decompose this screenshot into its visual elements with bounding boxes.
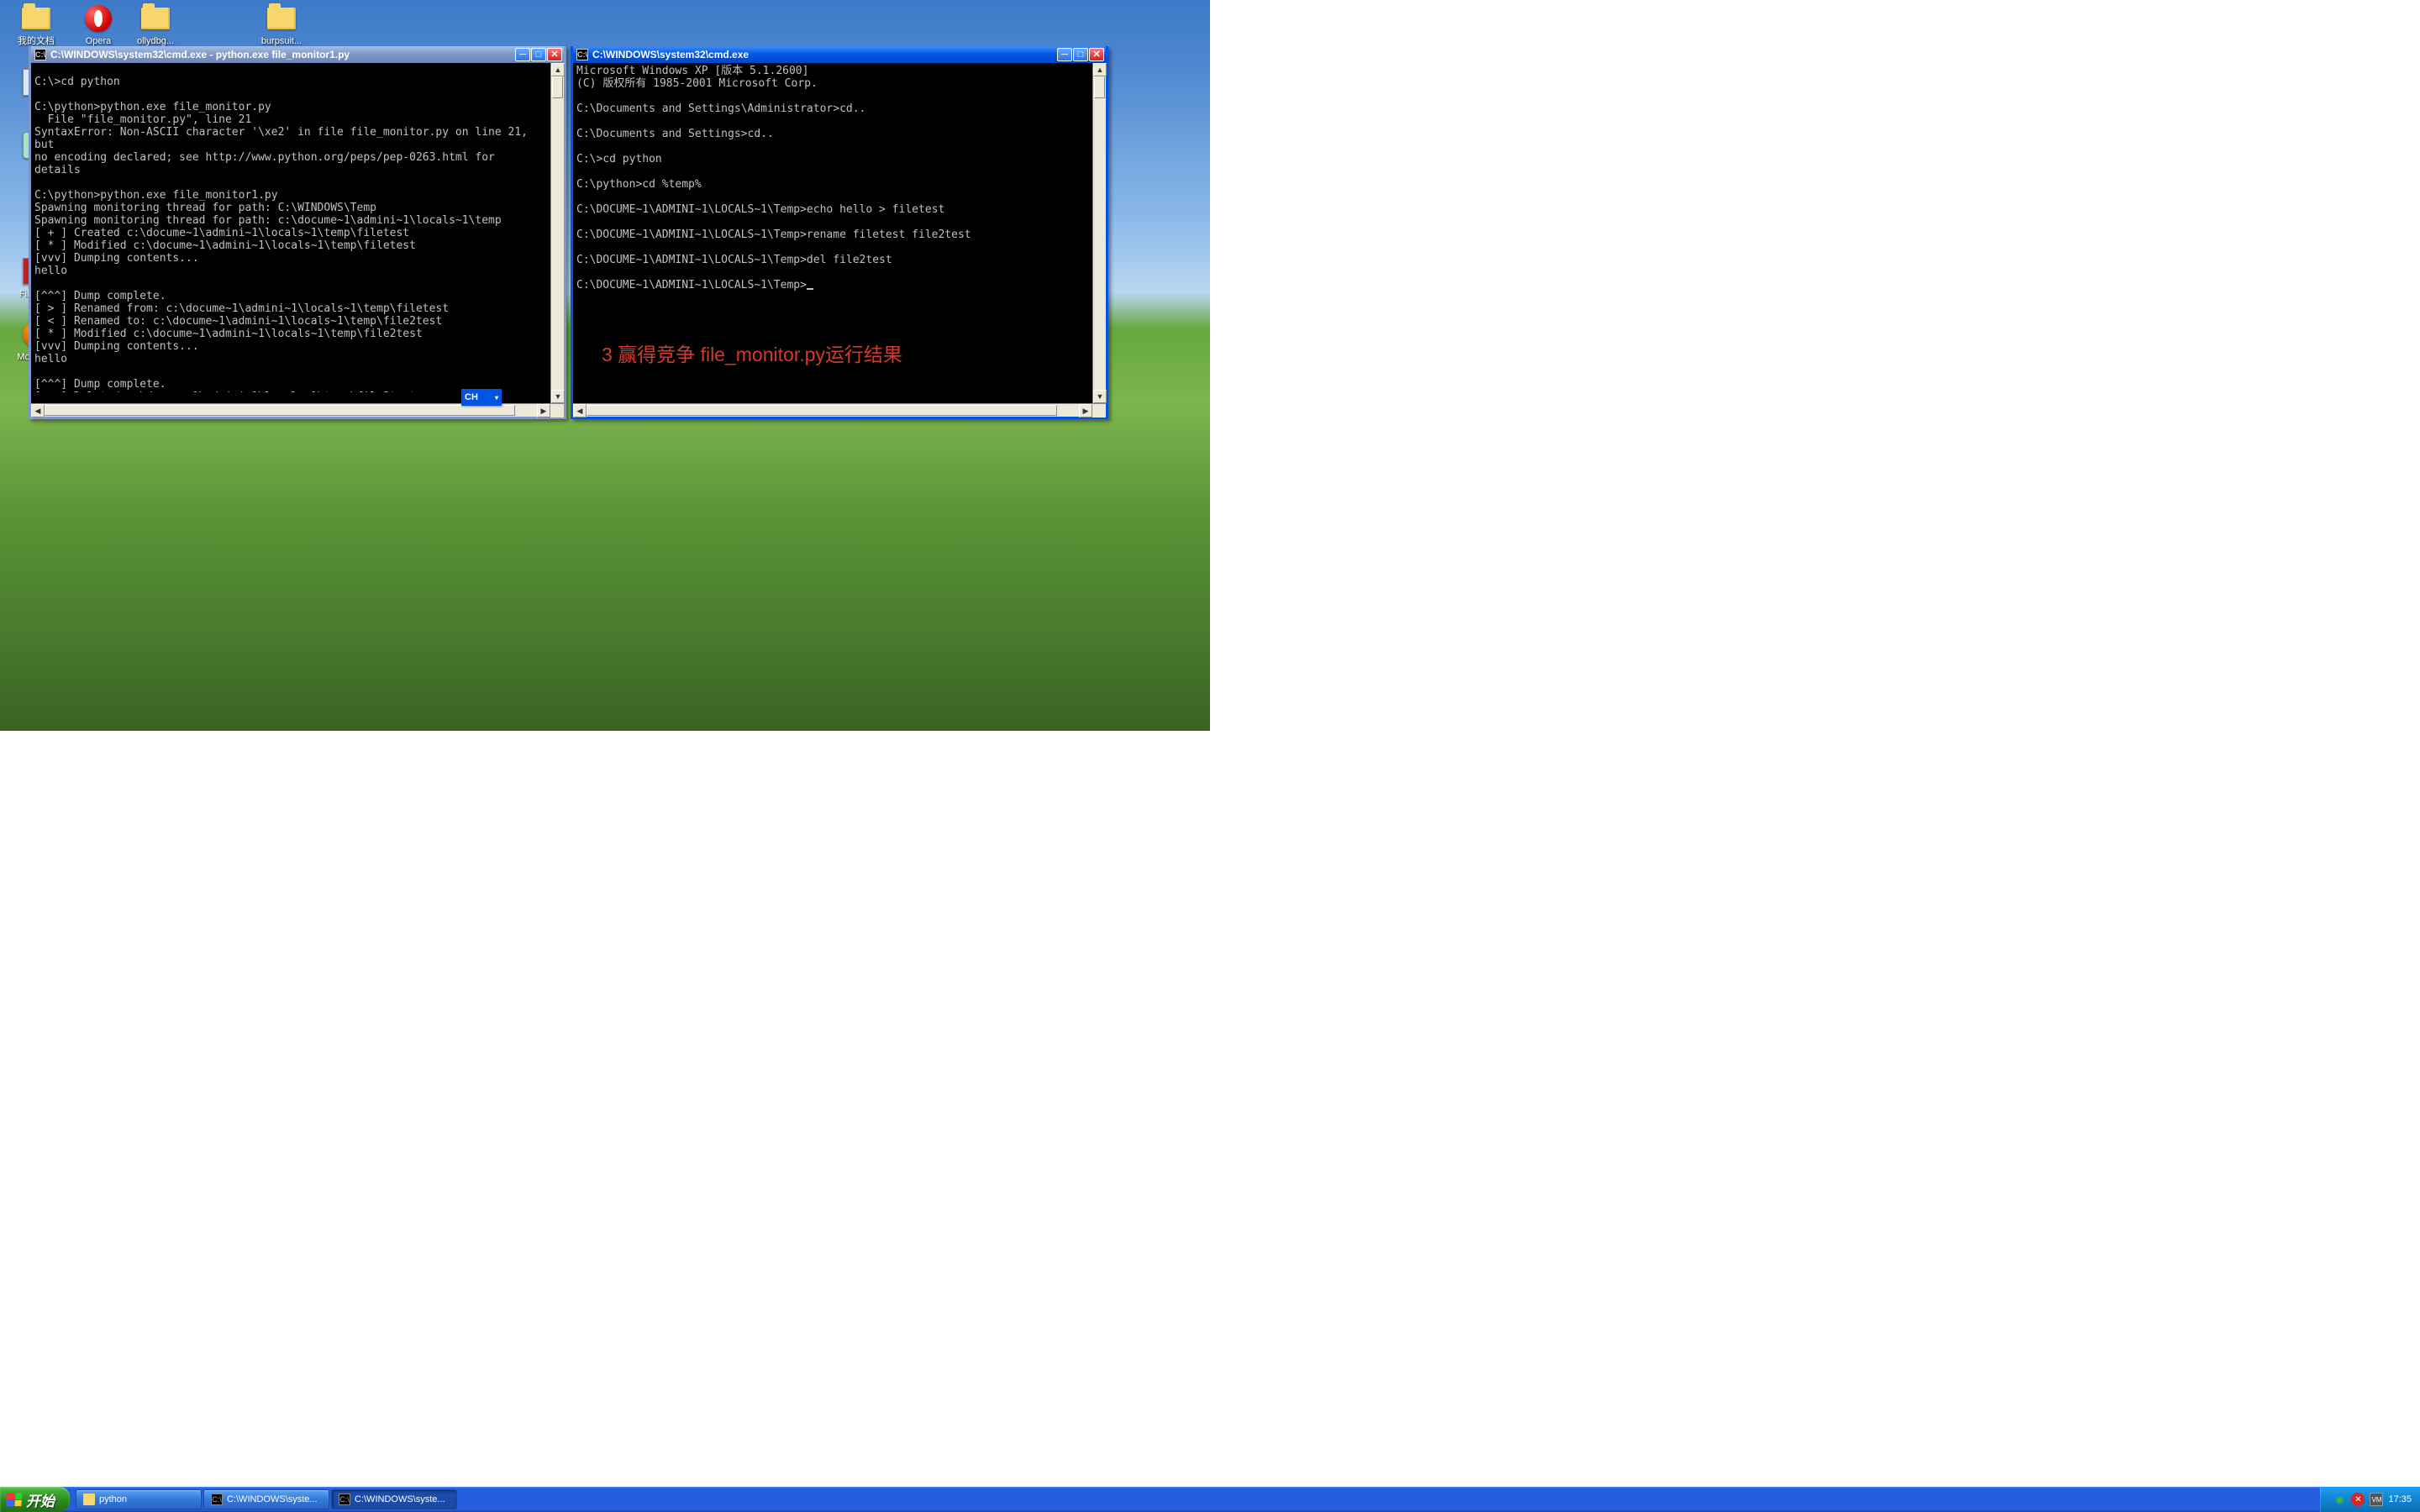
scroll-left-button[interactable]: ◀ — [573, 404, 587, 417]
chevron-down-icon: ▾ — [495, 394, 498, 402]
scroll-left-button[interactable]: ◀ — [31, 404, 45, 417]
close-button[interactable]: ✕ — [547, 48, 562, 61]
window-title: C:\WINDOWS\system32\cmd.exe - python.exe… — [50, 49, 515, 60]
terminal-output[interactable]: Microsoft Windows XP [版本 5.1.2600] (C) 版… — [573, 63, 1092, 403]
titlebar[interactable]: C:\ C:\WINDOWS\system32\cmd.exe ─ □ ✕ — [573, 46, 1106, 63]
ime-label: CH — [465, 392, 478, 402]
icon-label: Opera — [69, 36, 128, 46]
icon-opera[interactable]: Opera — [69, 3, 128, 46]
tray-security-icon[interactable]: ◉ — [2333, 1493, 2346, 1506]
terminal-text: Microsoft Windows XP [版本 5.1.2600] (C) 版… — [576, 65, 971, 291]
scrollbar-horizontal[interactable]: ◀ ▶ — [573, 404, 1092, 417]
maximize-button[interactable]: □ — [1073, 48, 1088, 61]
scroll-down-button[interactable]: ▼ — [551, 390, 565, 403]
scrollbar-vertical[interactable]: ▲ ▼ — [1092, 63, 1106, 403]
clock[interactable]: 17:35 — [2388, 1494, 2412, 1504]
folder-icon — [21, 3, 51, 34]
scroll-track[interactable] — [45, 404, 537, 417]
tray-vm-icon[interactable]: VM — [2370, 1493, 2383, 1506]
taskbar-item-label: C:\WINDOWS\syste... — [355, 1494, 445, 1504]
scrollbar-horizontal[interactable]: ◀ ▶ — [31, 404, 550, 417]
scroll-right-button[interactable]: ▶ — [537, 404, 550, 417]
window-title: C:\WINDOWS\system32\cmd.exe — [592, 49, 1057, 60]
maximize-button[interactable]: □ — [531, 48, 546, 61]
scroll-thumb[interactable] — [1094, 76, 1105, 98]
icon-label: burpsuit... — [252, 36, 311, 46]
window-cmd-left[interactable]: C:\ C:\WINDOWS\system32\cmd.exe - python… — [29, 46, 566, 419]
taskbar-item-label: python — [99, 1494, 127, 1504]
scroll-track[interactable] — [551, 76, 564, 390]
folder-icon — [140, 3, 171, 34]
scroll-track[interactable] — [1093, 76, 1106, 390]
opera-icon — [83, 3, 113, 34]
cmd-icon: C:\ — [576, 49, 588, 60]
start-label: 开始 — [26, 1489, 55, 1510]
scroll-down-button[interactable]: ▼ — [1093, 390, 1107, 403]
cmd-icon: C:\ — [34, 49, 46, 60]
scroll-thumb[interactable] — [552, 76, 563, 98]
folder-icon — [266, 3, 297, 34]
terminal-output[interactable]: C:\>cd python C:\python>python.exe file_… — [31, 74, 550, 392]
scroll-thumb[interactable] — [45, 405, 515, 416]
folder-icon — [83, 1494, 95, 1505]
icon-burpsuit[interactable]: burpsuit... — [252, 3, 311, 46]
taskbar-item-label: C:\WINDOWS\syste... — [227, 1494, 318, 1504]
icon-my-documents[interactable]: 我的文档 — [7, 3, 66, 46]
scroll-thumb[interactable] — [587, 405, 1057, 416]
scroll-up-button[interactable]: ▲ — [551, 63, 565, 76]
icon-ollydbg[interactable]: ollydbg... — [126, 3, 185, 46]
taskbar: 开始 python C:\ C:\WINDOWS\syste... C:\ C:… — [0, 1487, 2420, 1512]
scroll-up-button[interactable]: ▲ — [1093, 63, 1107, 76]
minimize-button[interactable]: ─ — [515, 48, 530, 61]
minimize-button[interactable]: ─ — [1057, 48, 1072, 61]
scroll-corner — [1092, 404, 1106, 417]
cmd-icon: C:\ — [211, 1494, 223, 1505]
cursor — [807, 288, 813, 290]
start-button[interactable]: 开始 — [0, 1487, 70, 1512]
taskbar-item-python-folder[interactable]: python — [76, 1489, 202, 1509]
tray-alert-icon[interactable]: ✕ — [2351, 1493, 2365, 1506]
desktop: 我的文档 Opera ollydbg... burpsuit... 我... 回… — [0, 0, 1210, 731]
taskbar-item-cmd-1[interactable]: C:\ C:\WINDOWS\syste... — [203, 1489, 329, 1509]
close-button[interactable]: ✕ — [1089, 48, 1104, 61]
scroll-track[interactable] — [587, 404, 1079, 417]
annotation-text: 3 赢得竞争 file_monitor.py运行结果 — [602, 349, 902, 361]
scrollbar-vertical[interactable]: ▲ ▼ — [550, 63, 564, 403]
windows-logo-icon — [6, 1493, 22, 1506]
ime-indicator[interactable]: CH ▾ — [461, 389, 502, 406]
taskbar-item-cmd-2[interactable]: C:\ C:\WINDOWS\syste... — [331, 1489, 457, 1509]
taskbar-items: python C:\ C:\WINDOWS\syste... C:\ C:\WI… — [70, 1487, 458, 1512]
system-tray[interactable]: ◉ ✕ VM 17:35 — [2320, 1487, 2420, 1512]
icon-label: ollydbg... — [126, 36, 185, 46]
scroll-corner — [550, 404, 564, 417]
icon-label: 我的文档 — [7, 36, 66, 46]
scroll-right-button[interactable]: ▶ — [1079, 404, 1092, 417]
window-cmd-right[interactable]: C:\ C:\WINDOWS\system32\cmd.exe ─ □ ✕ Mi… — [571, 46, 1108, 419]
titlebar[interactable]: C:\ C:\WINDOWS\system32\cmd.exe - python… — [31, 46, 564, 63]
cmd-icon: C:\ — [339, 1494, 350, 1505]
